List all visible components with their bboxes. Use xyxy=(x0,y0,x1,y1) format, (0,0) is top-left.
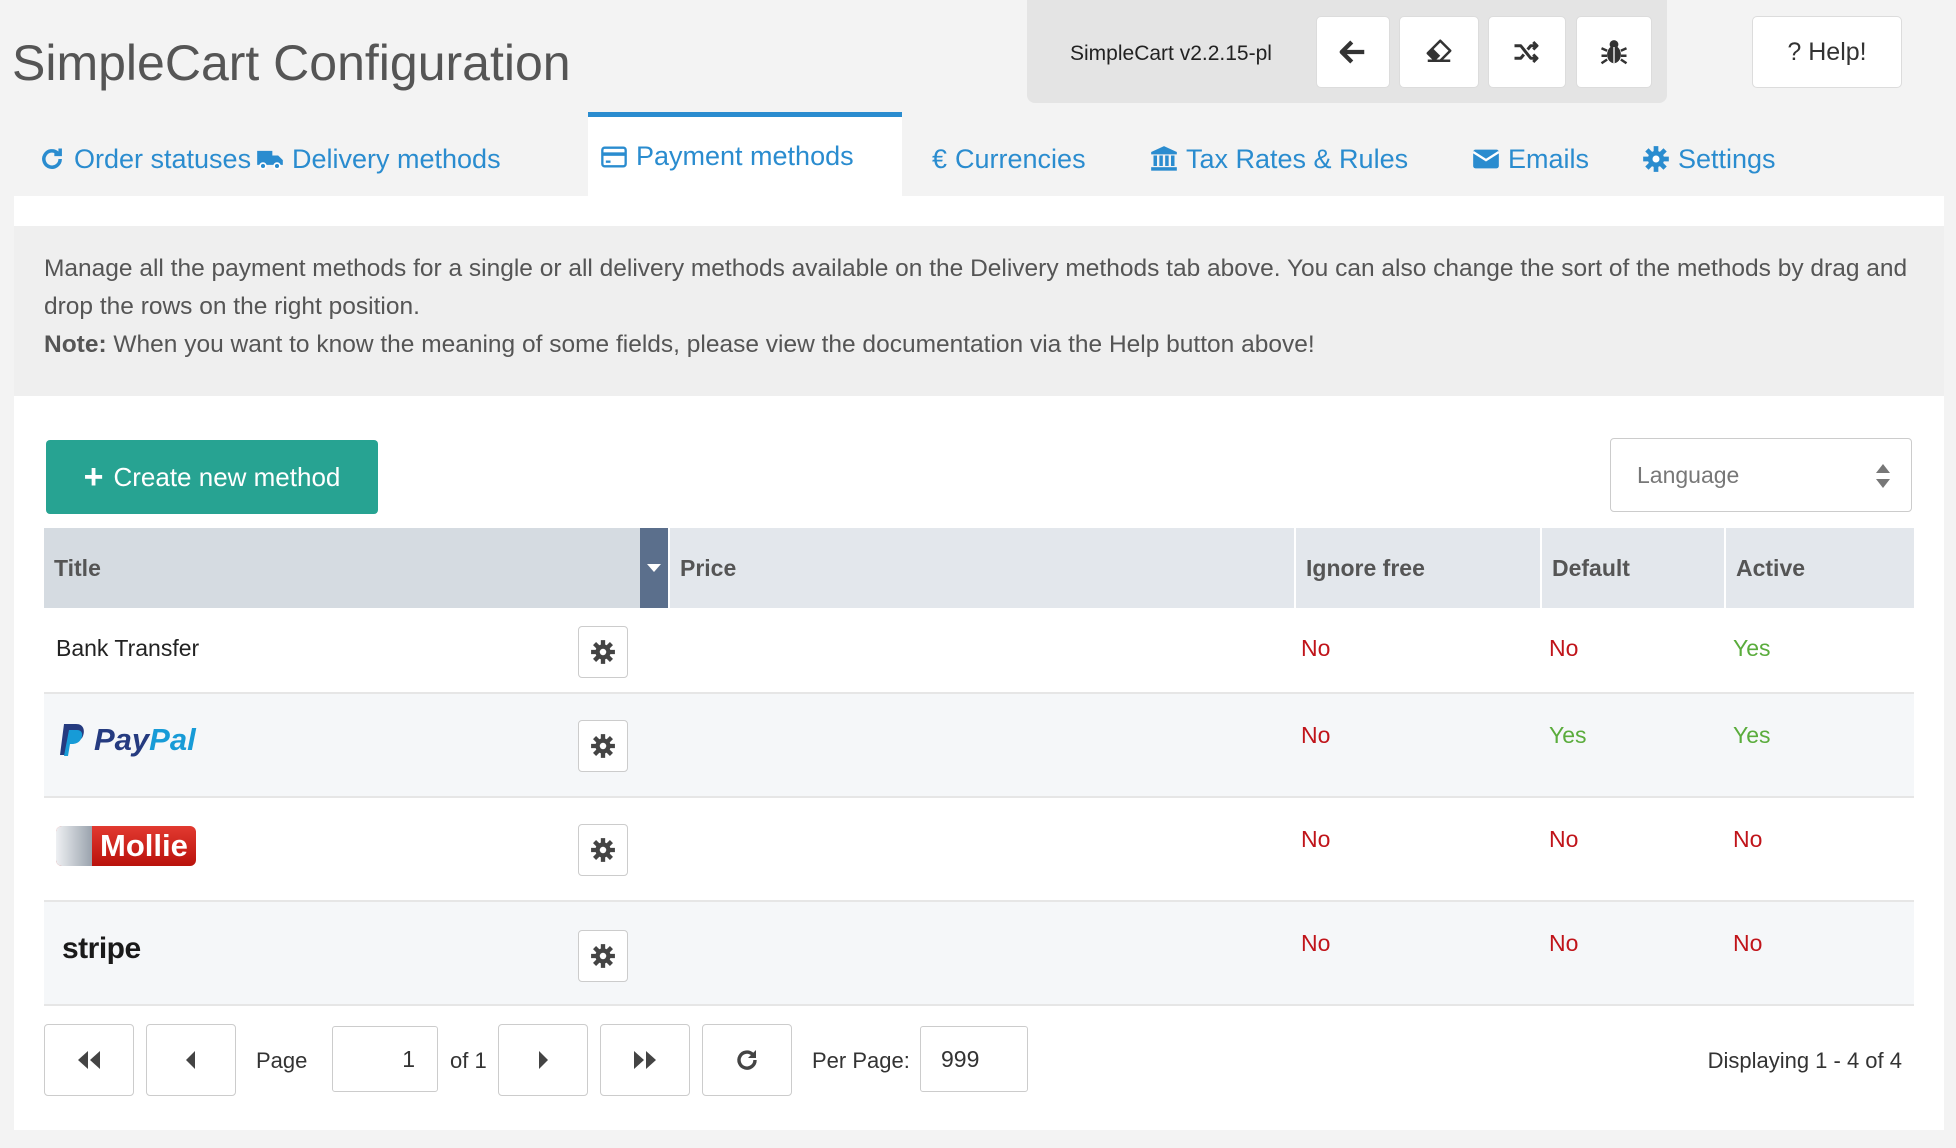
euro-icon: € xyxy=(932,143,948,174)
eraser-icon xyxy=(1426,39,1452,62)
plus-icon: + xyxy=(83,458,104,496)
gear-icon xyxy=(591,838,615,862)
payment-methods-panel: Manage all the payment methods for a sin… xyxy=(14,196,1944,1130)
sort-arrows-icon xyxy=(1876,464,1890,488)
table-row[interactable]: Mollie No No No xyxy=(44,798,1914,902)
page-label: Page xyxy=(256,1048,308,1073)
debug-button[interactable] xyxy=(1576,16,1652,88)
bug-icon xyxy=(1600,40,1628,65)
column-ignore-free[interactable]: Ignore free xyxy=(1294,528,1540,608)
back-button[interactable] xyxy=(1316,16,1390,88)
active-value: Yes xyxy=(1733,722,1771,748)
table-row[interactable]: PayPal No Yes Yes xyxy=(44,694,1914,798)
double-chevron-left-icon xyxy=(78,1051,100,1069)
help-button[interactable]: ? Help! xyxy=(1752,16,1902,88)
row-settings-button[interactable] xyxy=(578,930,628,982)
tab-bar: Order statuses Delivery methods Payment … xyxy=(14,112,1944,196)
tab-settings[interactable]: Settings xyxy=(1630,112,1788,196)
truck-icon xyxy=(257,150,283,170)
pagination-toolbar: Page of 1 Per Page: Displaying 1 - 4 of … xyxy=(44,1024,1914,1100)
refresh-button[interactable] xyxy=(702,1024,792,1096)
stripe-logo: stripe xyxy=(62,932,141,965)
per-page-label: Per Page: xyxy=(812,1048,910,1073)
display-info: Displaying 1 - 4 of 4 xyxy=(1707,1048,1902,1073)
tab-currencies[interactable]: € Currencies xyxy=(920,112,1098,196)
chevron-left-icon xyxy=(186,1051,195,1069)
arrow-left-icon xyxy=(1339,40,1365,64)
default-value: No xyxy=(1549,635,1579,661)
method-title: Bank Transfer xyxy=(56,635,200,661)
page-title: SimpleCart Configuration xyxy=(12,35,571,91)
active-value: No xyxy=(1733,826,1763,852)
page-number-input[interactable] xyxy=(332,1026,438,1092)
next-page-button[interactable] xyxy=(498,1024,588,1096)
gear-icon xyxy=(591,944,615,968)
info-box: Manage all the payment methods for a sin… xyxy=(14,226,1944,396)
column-default[interactable]: Default xyxy=(1540,528,1724,608)
ignore-free-value: No xyxy=(1301,930,1331,956)
caret-down-icon xyxy=(647,564,661,572)
refresh-icon xyxy=(737,1050,757,1070)
tab-delivery-methods[interactable]: Delivery methods xyxy=(244,112,513,196)
bank-icon xyxy=(1151,146,1177,171)
default-value: No xyxy=(1549,930,1579,956)
paypal-p-icon xyxy=(60,724,84,756)
active-value: No xyxy=(1733,930,1763,956)
column-menu-handle[interactable] xyxy=(640,528,668,608)
active-value: Yes xyxy=(1733,635,1771,661)
credit-card-icon xyxy=(601,146,627,167)
clear-cache-button[interactable] xyxy=(1399,16,1479,88)
column-active[interactable]: Active xyxy=(1724,528,1914,608)
default-value: No xyxy=(1549,826,1579,852)
column-price[interactable]: Price xyxy=(668,528,1294,608)
last-page-button[interactable] xyxy=(600,1024,690,1096)
per-page-input[interactable] xyxy=(920,1026,1028,1092)
header-toolbar: SimpleCart v2.2.15-pl xyxy=(1027,0,1667,103)
ignore-free-value: No xyxy=(1301,635,1331,661)
gear-icon xyxy=(591,640,615,664)
refresh-icon xyxy=(42,148,63,169)
chevron-right-icon xyxy=(539,1051,548,1069)
version-label: SimpleCart v2.2.15-pl xyxy=(1070,42,1272,65)
table-row[interactable]: Bank Transfer No No Yes xyxy=(44,608,1914,694)
ignore-free-value: No xyxy=(1301,722,1331,748)
row-settings-button[interactable] xyxy=(578,720,628,772)
mollie-logo: Mollie xyxy=(56,826,196,866)
default-value: Yes xyxy=(1549,722,1587,748)
first-page-button[interactable] xyxy=(44,1024,134,1096)
previous-page-button[interactable] xyxy=(146,1024,236,1096)
column-title[interactable]: Title xyxy=(44,528,642,608)
grid-header: Title Price Ignore free Default Active xyxy=(44,528,1914,608)
row-settings-button[interactable] xyxy=(578,626,628,678)
tab-payment-methods[interactable]: Payment methods xyxy=(588,112,902,196)
language-select[interactable]: Language xyxy=(1610,438,1912,512)
page-count-label: of 1 xyxy=(450,1048,487,1073)
gear-icon xyxy=(1643,146,1669,172)
create-method-button[interactable]: + Create new method xyxy=(46,440,378,514)
gear-icon xyxy=(591,734,615,758)
payment-methods-grid: Title Price Ignore free Default Active B… xyxy=(44,528,1914,1006)
tab-order-statuses[interactable]: Order statuses xyxy=(26,112,263,196)
tab-emails[interactable]: Emails xyxy=(1460,112,1601,196)
shuffle-button[interactable] xyxy=(1488,16,1566,88)
table-row[interactable]: stripe No No No xyxy=(44,902,1914,1006)
row-settings-button[interactable] xyxy=(578,824,628,876)
double-chevron-right-icon xyxy=(634,1051,656,1069)
tab-tax-rates[interactable]: Tax Rates & Rules xyxy=(1138,112,1420,196)
shuffle-icon xyxy=(1514,40,1539,64)
paypal-logo: PayPal xyxy=(58,722,196,758)
ignore-free-value: No xyxy=(1301,826,1331,852)
envelope-icon xyxy=(1472,149,1500,169)
